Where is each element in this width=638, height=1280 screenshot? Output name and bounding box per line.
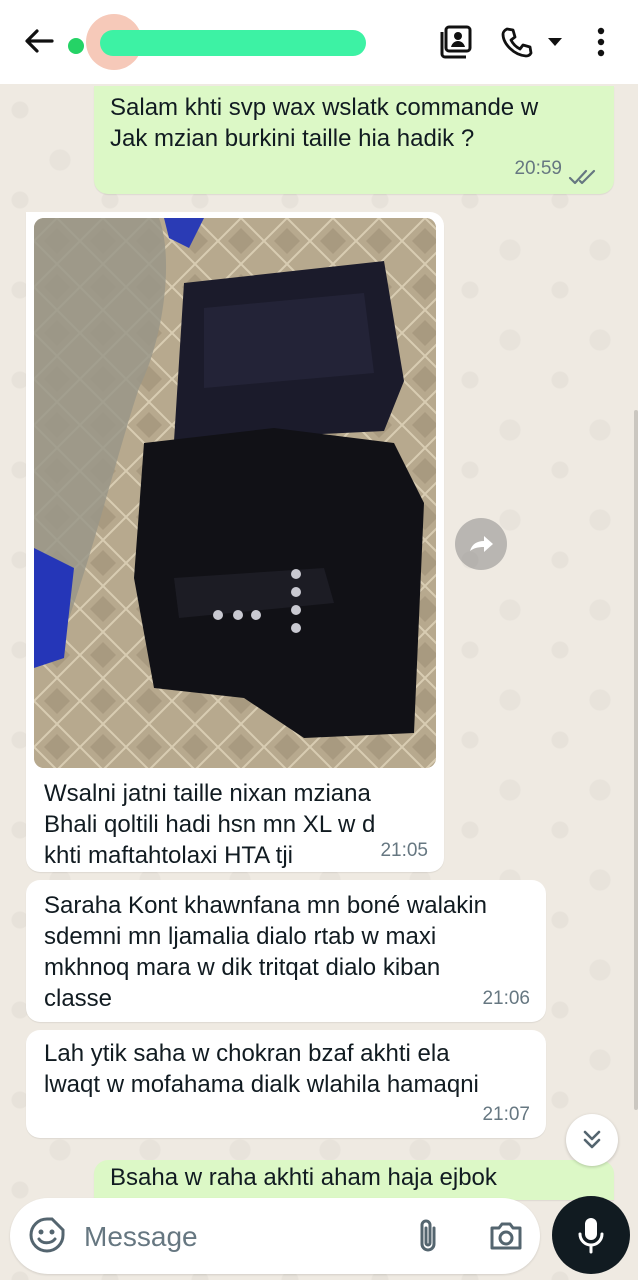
scrollbar[interactable] [634, 410, 638, 1110]
message-time: 21:07 [482, 1104, 530, 1125]
microphone-icon [578, 1218, 604, 1254]
caret-down-icon[interactable] [540, 22, 570, 62]
incoming-image-message[interactable]: Wsalni jatni taille nixan mziana Bhali q… [26, 212, 444, 872]
message-time: 20:59 [514, 158, 562, 179]
more-vertical-icon[interactable] [584, 22, 618, 62]
message-input[interactable] [82, 1216, 386, 1258]
message-time: 21:05 [380, 840, 428, 861]
message-text: Saraha Kont khawnfana mn boné walakin sd… [44, 892, 487, 1012]
message-time: 21:06 [482, 988, 530, 1009]
message-text: Wsalni jatni taille nixan mziana Bhali q… [44, 780, 376, 869]
forward-icon[interactable] [455, 518, 507, 570]
camera-icon[interactable] [486, 1216, 526, 1256]
message-text: Lah ytik saha w chokran bzaf akhti ela l… [44, 1040, 479, 1098]
message-text: Salam khti svp wax wslatk commande w Jak… [110, 94, 539, 152]
scroll-to-bottom-button[interactable] [566, 1114, 618, 1166]
outgoing-message[interactable]: Salam khti svp wax wslatk commande w Jak… [94, 86, 614, 194]
attach-icon[interactable] [412, 1216, 444, 1256]
double-chevron-down-icon [583, 1130, 601, 1149]
clothing-photo[interactable] [34, 218, 436, 768]
incoming-message[interactable]: Saraha Kont khawnfana mn boné walakin sd… [26, 880, 546, 1022]
chat-header [0, 0, 638, 84]
online-indicator [68, 38, 84, 54]
message-text: Bsaha w raha akhti aham haja ejbok [110, 1164, 497, 1191]
emoji-icon[interactable] [28, 1216, 66, 1254]
mic-button[interactable] [552, 1196, 630, 1274]
read-ticks-icon [568, 164, 598, 185]
incoming-message[interactable]: Lah ytik saha w chokran bzaf akhti ela l… [26, 1030, 546, 1138]
outgoing-message[interactable]: Bsaha w raha akhti aham haja ejbok [94, 1160, 614, 1200]
contact-card-icon[interactable] [436, 22, 476, 62]
phone-icon[interactable] [496, 22, 536, 62]
back-arrow-icon[interactable] [22, 24, 56, 58]
contact-name-redacted[interactable] [100, 30, 366, 56]
message-composer [10, 1198, 540, 1274]
